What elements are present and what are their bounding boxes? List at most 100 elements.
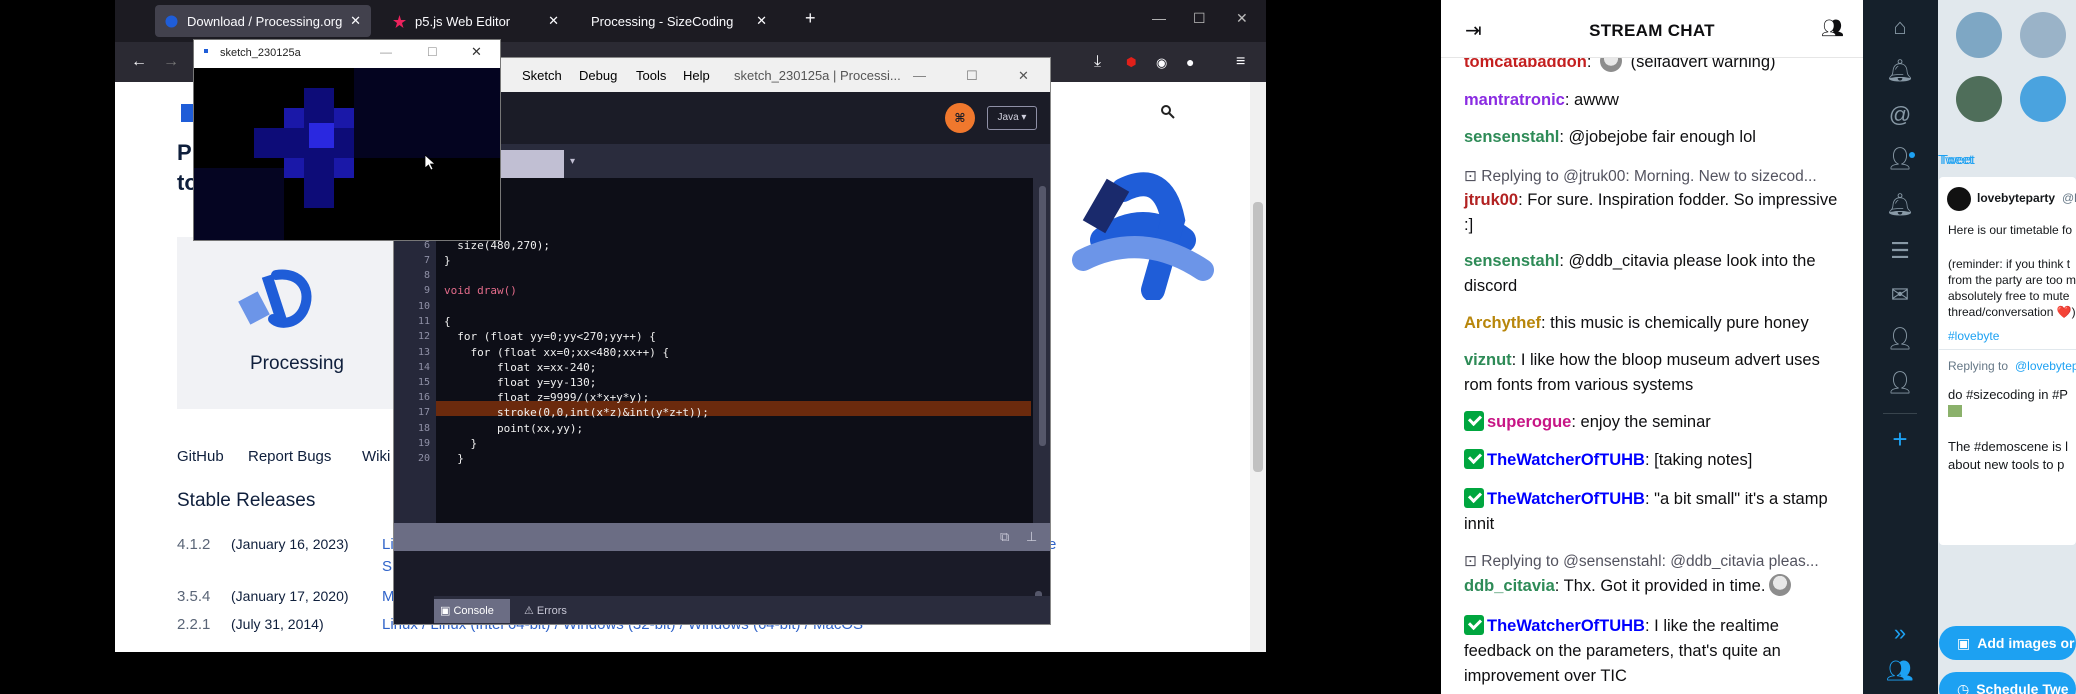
activity-icon[interactable]: 🔔︎ <box>1885 192 1915 218</box>
menu-debug[interactable]: Debug <box>579 68 617 83</box>
messages-icon[interactable]: ✉ <box>1885 282 1915 308</box>
editor-scrollbar[interactable] <box>1033 178 1050 523</box>
new-tab-button[interactable]: + <box>805 8 816 29</box>
download-icon[interactable]: ⤓ <box>1094 53 1101 71</box>
close-tab-icon[interactable]: ✕ <box>548 13 559 29</box>
sketch-maximize-button[interactable]: ☐ <box>427 45 438 59</box>
close-window-button[interactable]: ✕ <box>1236 10 1248 27</box>
account-avatar[interactable] <box>2020 76 2066 122</box>
chat-message-list: tomcatabaddon: (selfadvert warning) mantr… <box>1441 58 1863 694</box>
reply-text: Replying to @sensenstahl: @ddb_citavia p… <box>1481 553 1819 570</box>
sidebar-divider <box>1883 413 1917 414</box>
chat-message-text: : I like how the bloop museum advert use… <box>1464 351 1820 394</box>
extension-icon[interactable]: ◉ <box>1156 55 1167 71</box>
tab-label: Processing - SizeCoding <box>591 13 734 29</box>
chat-reply-context[interactable]: ⊡ Replying to @jtruk00: Morning. New to … <box>1464 167 1844 186</box>
sketch-close-button[interactable]: ✕ <box>471 44 482 60</box>
ide-tab-menu-icon[interactable]: ▾ <box>570 156 575 167</box>
console-tab[interactable]: ▣ Console <box>434 599 510 623</box>
tab-p5js-editor[interactable]: p5.js Web Editor ✕ <box>383 5 569 37</box>
tab-sizecoding[interactable]: Processing - SizeCoding ✕ <box>581 5 777 37</box>
ide-maximize-button[interactable]: ☐ <box>966 68 978 84</box>
quoted-tweet-card[interactable]: lovebyteparty @lo Here is our timetable … <box>1939 177 2076 545</box>
hamburger-menu-icon[interactable]: ≡ <box>1236 53 1245 71</box>
line-number: 13 <box>417 347 430 358</box>
ublock-icon[interactable]: ⬢ <box>1126 55 1136 69</box>
close-tab-icon[interactable]: ✕ <box>350 13 361 29</box>
ide-close-button[interactable]: ✕ <box>1018 68 1029 84</box>
account-icon[interactable]: ● <box>1186 54 1194 70</box>
ide-minimize-button[interactable]: — <box>913 68 926 83</box>
tweet-text-line: Here is our timetable fo <box>1948 223 2073 237</box>
mode-selector[interactable]: Java ▾ <box>987 106 1037 130</box>
chat-username[interactable]: sensenstahl <box>1464 128 1559 146</box>
chat-username[interactable]: superogue <box>1487 413 1571 431</box>
menu-help[interactable]: Help <box>683 68 710 83</box>
chat-message: tomcatabaddon: (selfadvert warning) <box>1464 58 1844 75</box>
chat-username[interactable]: sensenstahl <box>1464 252 1559 270</box>
chat-reply-context[interactable]: ⊡ Replying to @sensenstahl: @ddb_citavia… <box>1464 552 1844 571</box>
processing-favicon-icon <box>165 15 178 27</box>
tab-download-processing[interactable]: Download / Processing.org ✕ <box>155 5 371 37</box>
processing-download-card[interactable]: Processing <box>177 237 417 409</box>
close-tab-icon[interactable]: ✕ <box>756 13 767 29</box>
mentions-icon[interactable]: @ <box>1885 102 1915 128</box>
account-avatar[interactable] <box>1956 76 2002 122</box>
tweet-hashtag[interactable]: #lovebyte <box>1948 329 1999 343</box>
user-icon[interactable]: 👤︎ <box>1885 370 1915 396</box>
schedule-tweet-button[interactable]: ◷ Schedule Twe <box>1939 672 2076 694</box>
chat-message-text: : <box>1586 58 1597 71</box>
copy-console-icon[interactable]: ⧉ <box>1000 529 1009 545</box>
console-icon: ▣ <box>440 605 454 617</box>
add-column-icon[interactable]: + <box>1885 424 1915 455</box>
back-arrow-icon[interactable]: ← <box>131 53 147 71</box>
chat-username[interactable]: tomcatabaddon <box>1464 58 1587 71</box>
errors-tab[interactable]: ⚠ Errors <box>518 599 588 623</box>
chat-username[interactable]: jtruk00 <box>1464 191 1518 209</box>
line-number: 19 <box>417 438 430 449</box>
chat-username[interactable]: mantratronic <box>1464 91 1565 109</box>
stable-releases-heading: Stable Releases <box>177 490 316 511</box>
menu-tools[interactable]: Tools <box>636 68 666 83</box>
tab-label: p5.js Web Editor <box>415 13 511 29</box>
tweet-label-visible: Tweet <box>1940 152 1975 167</box>
chat-username[interactable]: Archythef <box>1464 314 1541 332</box>
forward-arrow-icon[interactable]: → <box>163 53 179 71</box>
maximize-button[interactable]: ☐ <box>1193 10 1206 27</box>
minimize-button[interactable]: — <box>1152 10 1166 26</box>
editor-scrollbar-thumb[interactable] <box>1039 186 1046 446</box>
chat-username[interactable]: viznut <box>1464 351 1512 369</box>
report-bugs-link[interactable]: Report Bugs <box>248 448 331 465</box>
expand-icon[interactable]: » <box>1885 620 1915 646</box>
sketch-window[interactable]: sketch_230125a — ☐ ✕ <box>193 39 501 241</box>
chat-badge-icon <box>1464 488 1484 508</box>
add-images-button[interactable]: ▣ Add images or <box>1939 626 2076 660</box>
release-version: 4.1.2 <box>177 536 211 553</box>
search-icon[interactable] <box>1160 104 1176 120</box>
accounts-icon[interactable]: 👥︎ <box>1885 658 1915 684</box>
page-scrollbar[interactable] <box>1250 82 1266 652</box>
followers-icon[interactable]: 👤︎ <box>1885 146 1915 172</box>
menu-sketch[interactable]: Sketch <box>522 68 562 83</box>
chat-username[interactable]: TheWatcherOfTUHB <box>1487 451 1645 469</box>
github-link[interactable]: GitHub <box>177 448 224 465</box>
chat-username[interactable]: TheWatcherOfTUHB <box>1487 617 1645 635</box>
sketch-minimize-button[interactable]: — <box>380 45 392 59</box>
notifications-icon[interactable]: 🔔︎ <box>1885 58 1915 84</box>
line-number: 16 <box>417 392 430 403</box>
home-icon[interactable]: ⌂ <box>1885 14 1915 40</box>
line-number: 8 <box>423 270 430 281</box>
community-users-icon[interactable]: 👥︎ <box>1821 18 1844 39</box>
wiki-link[interactable]: Wiki <box>362 448 390 465</box>
chat-username[interactable]: ddb_citavia <box>1464 577 1555 595</box>
replying-to-handle[interactable]: @lovebytep <box>2015 359 2076 373</box>
debugger-icon[interactable]: ⌘ <box>945 103 975 133</box>
page-scrollbar-thumb[interactable] <box>1253 202 1263 472</box>
code-line: { <box>444 315 451 328</box>
profile-icon[interactable]: 👤︎ <box>1885 326 1915 352</box>
chat-username[interactable]: TheWatcherOfTUHB <box>1487 490 1645 508</box>
clear-console-icon[interactable]: ⊥ <box>1026 529 1037 545</box>
lists-icon[interactable]: ☰ <box>1885 238 1915 264</box>
account-avatar[interactable] <box>1956 12 2002 58</box>
account-avatar[interactable] <box>2020 12 2066 58</box>
